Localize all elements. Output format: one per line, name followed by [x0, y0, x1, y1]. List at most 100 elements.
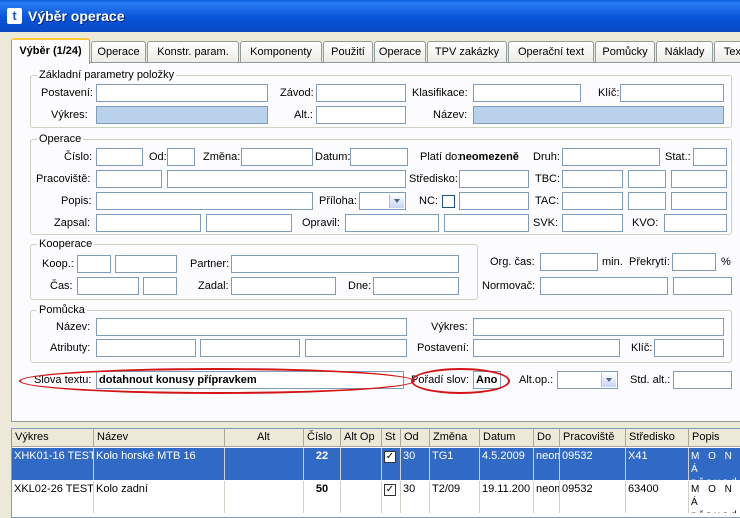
tab-naklady[interactable]: Náklady — [656, 41, 713, 63]
svk-field[interactable] — [562, 214, 623, 232]
col-header-cislo[interactable]: Číslo — [304, 429, 341, 447]
nazev-label: Název: — [433, 109, 468, 121]
nc-checkbox[interactable] — [442, 195, 455, 208]
pomucka-nazev-field[interactable] — [96, 318, 407, 336]
tbc-field-2[interactable] — [628, 170, 666, 188]
tab-komponenty[interactable]: Komponenty — [240, 41, 322, 63]
postaveni-label: Postavení: — [41, 87, 93, 99]
cas-label: Čas: — [50, 280, 73, 292]
zavod-field[interactable] — [316, 84, 406, 102]
col-header-od[interactable]: Od — [401, 429, 430, 447]
atributy-field-1[interactable] — [96, 339, 196, 357]
col-header-zmena[interactable]: Změna — [430, 429, 480, 447]
cell-cislo: 50 — [304, 481, 341, 513]
pomucka-klic-field[interactable] — [654, 339, 724, 357]
std-alt-field[interactable] — [673, 371, 732, 389]
cislo-field[interactable] — [96, 148, 143, 166]
pracoviste-name-field[interactable] — [167, 170, 406, 188]
opravil-field-2[interactable] — [444, 214, 529, 232]
koop-field-1[interactable] — [77, 255, 111, 273]
cell-od: 30 — [401, 481, 430, 513]
tab-tpv-zakazky[interactable]: TPV zakázky — [427, 41, 507, 63]
druh-field[interactable] — [562, 148, 660, 166]
klic-field[interactable] — [620, 84, 724, 102]
poradi-slov-label: Pořadí slov: — [411, 374, 470, 386]
chevron-down-icon[interactable] — [601, 373, 616, 387]
koop-field-2[interactable] — [115, 255, 177, 273]
col-header-datum[interactable]: Datum — [480, 429, 534, 447]
percent-label: % — [721, 256, 731, 268]
stredisko-field[interactable] — [459, 170, 529, 188]
klasifikace-field[interactable] — [473, 84, 581, 102]
col-header-vykres[interactable]: Výkres — [12, 429, 94, 447]
title-bar[interactable]: t Výběr operace — [0, 0, 740, 32]
datum-field[interactable] — [350, 148, 408, 166]
col-header-pracoviste[interactable]: Pracoviště — [560, 429, 626, 447]
tab-pomucky[interactable]: Pomůcky — [595, 41, 655, 63]
tbc-field-1[interactable] — [562, 170, 623, 188]
pracoviste-field[interactable] — [96, 170, 162, 188]
postaveni-field[interactable] — [96, 84, 268, 102]
datum-label: Datum: — [315, 151, 351, 163]
col-header-stredisko[interactable]: Středisko — [626, 429, 689, 447]
pomucka-postaveni-field[interactable] — [473, 339, 620, 357]
tab-operacni-text[interactable]: Operační text — [508, 41, 594, 63]
atributy-field-2[interactable] — [200, 339, 300, 357]
opravil-field-1[interactable] — [345, 214, 439, 232]
tab-vyber[interactable]: Výběr (1/24) — [11, 38, 90, 64]
tac-field-1[interactable] — [562, 192, 623, 210]
col-header-nazev[interactable]: Název — [94, 429, 225, 447]
check-icon[interactable]: ✓ — [384, 484, 396, 496]
check-icon[interactable]: ✓ — [384, 451, 396, 463]
atributy-field-3[interactable] — [305, 339, 407, 357]
normovac-field-1[interactable] — [540, 277, 668, 295]
col-header-popis[interactable]: Popis — [689, 429, 740, 447]
cas-field-1[interactable] — [77, 277, 139, 295]
partner-label: Partner: — [190, 258, 230, 270]
alt-op-dropdown[interactable] — [557, 371, 618, 389]
nazev-field[interactable] — [473, 106, 724, 124]
cell-vykres: XHK01-16 TEST — [12, 448, 94, 480]
priloha-dropdown[interactable] — [359, 192, 406, 210]
klic-label: Klíč: — [598, 87, 620, 99]
normovac-field-2[interactable] — [673, 277, 732, 295]
zadal-field[interactable] — [231, 277, 336, 295]
tac-field-2[interactable] — [628, 192, 666, 210]
chevron-down-icon[interactable] — [389, 194, 404, 208]
tbc-field-3[interactable] — [671, 170, 727, 188]
tab-konstr-param[interactable]: Konstr. param. — [147, 41, 239, 63]
nc-field[interactable] — [459, 192, 529, 210]
org-cas-field[interactable] — [540, 253, 598, 271]
cas-field-2[interactable] — [143, 277, 177, 295]
col-header-do[interactable]: Do — [534, 429, 560, 447]
dne-field[interactable] — [373, 277, 459, 295]
poradi-slov-field[interactable]: Ano — [473, 371, 501, 389]
stat-field[interactable] — [693, 148, 727, 166]
od-field[interactable] — [167, 148, 195, 166]
prekryti-field[interactable] — [672, 253, 716, 271]
popis-field[interactable] — [96, 192, 313, 210]
zapsal-field-1[interactable] — [96, 214, 201, 232]
cell-st: ✓ — [382, 448, 401, 480]
pomucka-vykres-field[interactable] — [473, 318, 724, 336]
slova-textu-field[interactable]: dotahnout konusy přípravkem — [96, 371, 404, 389]
vykres-field[interactable] — [96, 106, 268, 124]
alt-field[interactable] — [316, 106, 406, 124]
col-header-alt-op[interactable]: Alt Op — [341, 429, 382, 447]
tab-operace[interactable]: Operace — [91, 41, 146, 63]
tab-operace-2[interactable]: Operace — [374, 41, 426, 63]
kvo-field[interactable] — [664, 214, 727, 232]
od-label: Od: — [149, 151, 167, 163]
zapsal-field-2[interactable] — [206, 214, 292, 232]
tab-pouziti[interactable]: Použití — [323, 41, 373, 63]
tab-text[interactable]: Text — [714, 41, 740, 63]
org-cas-label: Org. čas: — [490, 256, 535, 268]
tac-field-3[interactable] — [671, 192, 727, 210]
col-header-st[interactable]: St — [382, 429, 401, 447]
col-header-alt[interactable]: Alt — [225, 429, 304, 447]
zadal-label: Zadal: — [198, 280, 229, 292]
koop-label: Koop.: — [42, 258, 74, 270]
partner-field[interactable] — [231, 255, 459, 273]
cell-zmena: T2/09 — [430, 481, 480, 513]
zmena-field[interactable] — [241, 148, 313, 166]
